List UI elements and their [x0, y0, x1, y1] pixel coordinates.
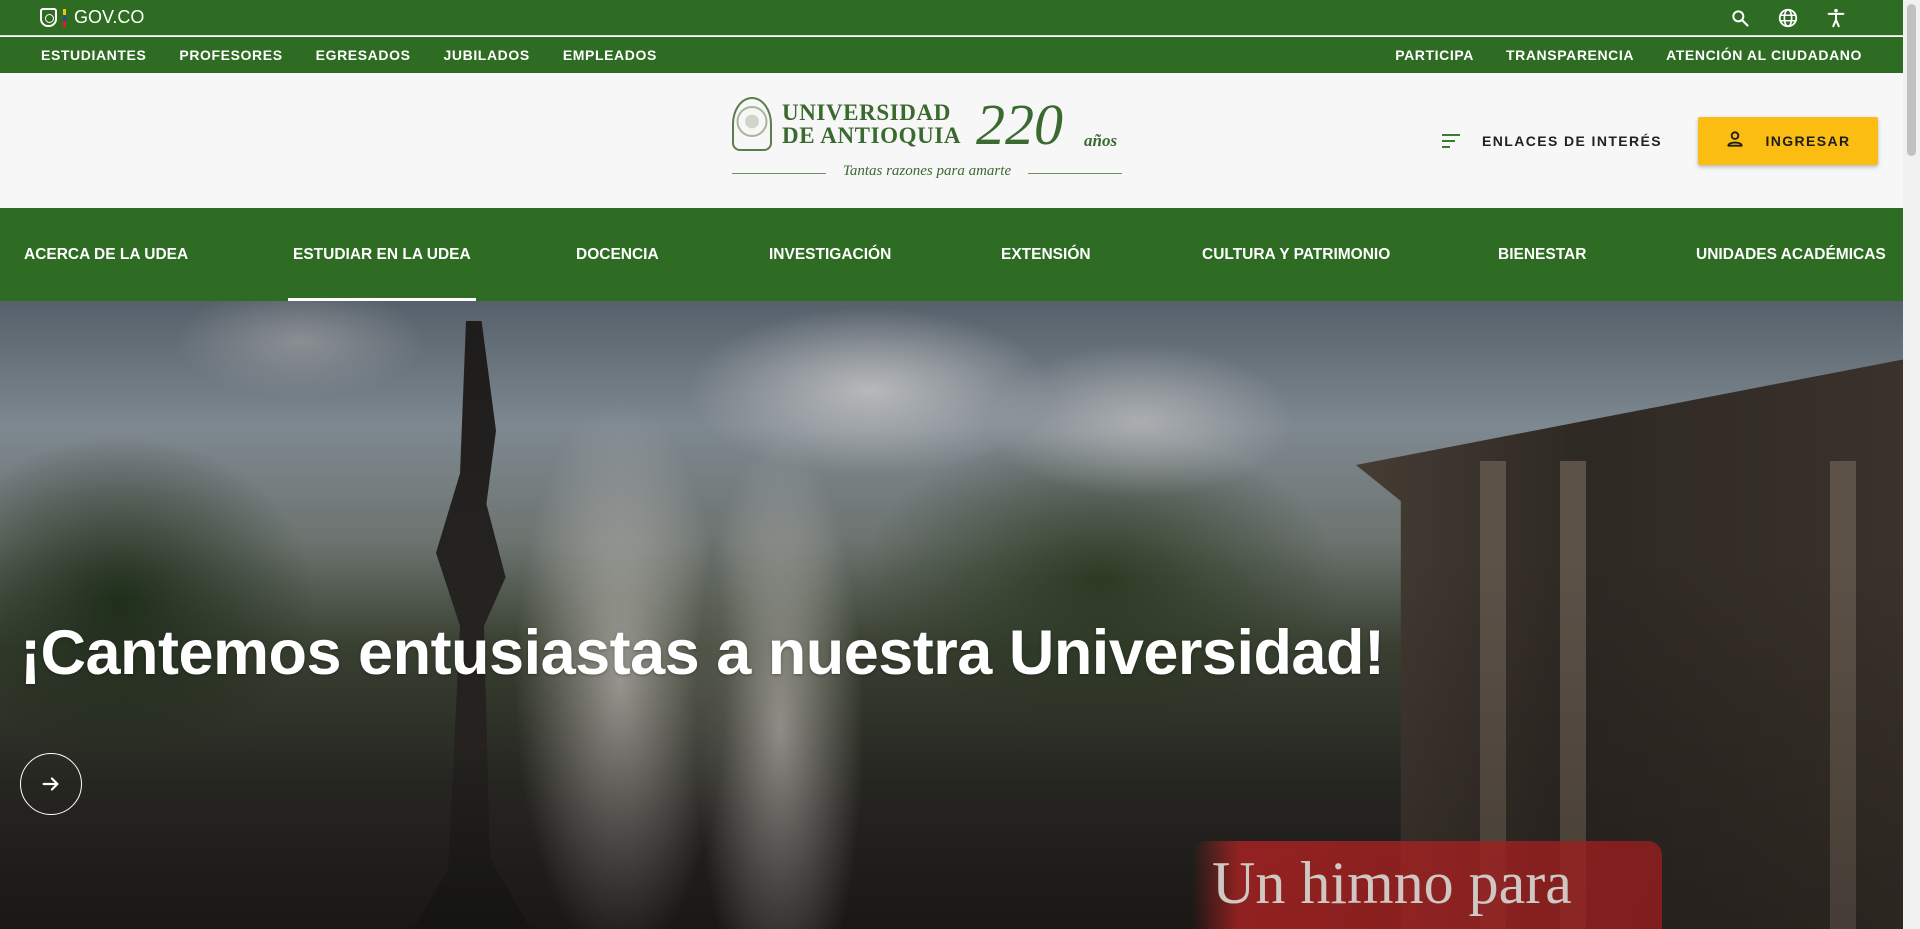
- accessibility-icon[interactable]: [1824, 6, 1848, 30]
- user-icon: [1725, 129, 1745, 154]
- ingresar-label: INGRESAR: [1765, 133, 1851, 149]
- sort-lines-icon: [1442, 134, 1460, 148]
- nav-bienestar[interactable]: BIENESTAR: [1498, 208, 1586, 301]
- audience-link-empleados[interactable]: EMPLEADOS: [563, 47, 657, 63]
- gov-logo-text: GOV.CO: [74, 7, 145, 27]
- audience-link-egresados[interactable]: EGRESADOS: [316, 47, 411, 63]
- audience-nav: ESTUDIANTES PROFESORES EGRESADOS JUBILAD…: [0, 37, 1903, 73]
- colombia-shield-icon: [40, 8, 57, 27]
- nav-investigacion[interactable]: INVESTIGACIÓN: [769, 208, 891, 301]
- audience-link-profesores[interactable]: PROFESORES: [179, 47, 282, 63]
- logo-line-2: DE ANTIOQUIA: [782, 123, 962, 148]
- arrow-right-icon: [42, 777, 59, 791]
- nav-docencia[interactable]: DOCENCIA: [576, 208, 659, 301]
- hero-overlay: [0, 301, 1903, 929]
- main-nav: ACERCA DE LA UDEA ESTUDIAR EN LA UDEA DO…: [0, 208, 1903, 301]
- scrollbar-thumb[interactable]: [1907, 4, 1916, 156]
- university-logo[interactable]: UNIVERSIDAD DE ANTIOQUIA 220 años Tantas…: [732, 92, 1122, 187]
- flag-bar-icon: [63, 8, 66, 27]
- nav-unidades-academicas[interactable]: UNIDADES ACADÉMICAS: [1696, 208, 1886, 301]
- hero-next-button[interactable]: [20, 753, 82, 815]
- globe-icon[interactable]: [1776, 6, 1800, 30]
- hero-title: ¡Cantemos entusiastas a nuestra Universi…: [20, 618, 1385, 688]
- logo-anniversary-suffix: años: [1084, 131, 1118, 150]
- search-icon[interactable]: [1728, 6, 1752, 30]
- page-scrollbar[interactable]: [1903, 0, 1920, 929]
- logo-anniversary-number: 220: [976, 92, 1063, 157]
- nav-acerca-de-la-udea[interactable]: ACERCA DE LA UDEA: [24, 208, 188, 301]
- enlaces-label: ENLACES DE INTERÉS: [1482, 133, 1662, 149]
- link-atencion-ciudadano[interactable]: ATENCIÓN AL CIUDADANO: [1666, 47, 1862, 63]
- ingresar-button[interactable]: INGRESAR: [1698, 117, 1878, 165]
- hero-image-text: Un himno para: [1212, 850, 1572, 916]
- audience-link-jubilados[interactable]: JUBILADOS: [444, 47, 530, 63]
- site-header: UNIVERSIDAD DE ANTIOQUIA 220 años Tantas…: [0, 73, 1903, 208]
- gov-logo[interactable]: GOV.CO: [40, 7, 144, 28]
- university-seal-icon: [732, 97, 772, 151]
- hero-banner: Un himno para ¡Cantemos entusiastas a nu…: [0, 301, 1903, 929]
- logo-tagline: Tantas razones para amarte: [842, 163, 1012, 179]
- nav-cultura-y-patrimonio[interactable]: CULTURA Y PATRIMONIO: [1202, 208, 1390, 301]
- nav-extension[interactable]: EXTENSIÓN: [1001, 208, 1091, 301]
- audience-nav-right: PARTICIPA TRANSPARENCIA ATENCIÓN AL CIUD…: [1395, 37, 1862, 73]
- nav-estudiar-en-la-udea[interactable]: ESTUDIAR EN LA UDEA: [288, 208, 476, 301]
- audience-nav-left: ESTUDIANTES PROFESORES EGRESADOS JUBILAD…: [41, 37, 657, 73]
- audience-link-estudiantes[interactable]: ESTUDIANTES: [41, 47, 146, 63]
- link-participa[interactable]: PARTICIPA: [1395, 47, 1474, 63]
- gov-toolbar: [1728, 6, 1848, 30]
- gov-bar: GOV.CO: [0, 0, 1903, 36]
- enlaces-de-interes-button[interactable]: ENLACES DE INTERÉS: [1442, 133, 1662, 149]
- link-transparencia[interactable]: TRANSPARENCIA: [1506, 47, 1634, 63]
